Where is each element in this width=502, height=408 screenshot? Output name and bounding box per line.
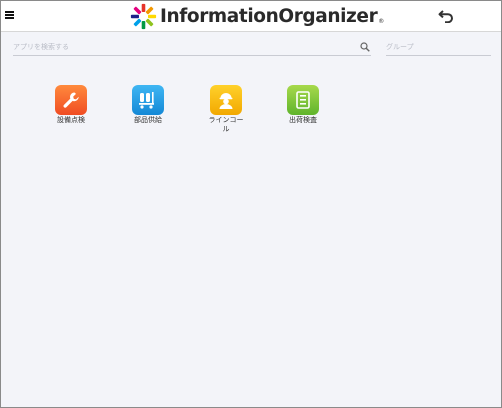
cart-icon (139, 92, 154, 109)
app-label: ラインコール (208, 116, 244, 133)
hamburger-menu-icon[interactable] (5, 11, 14, 19)
brand-name: InformationOrganizer (160, 6, 378, 27)
wrench-icon (63, 92, 79, 108)
app-tile-icon (55, 85, 87, 115)
pinwheel-logo-icon (130, 3, 157, 30)
group-input[interactable] (386, 39, 491, 54)
checklist-icon (296, 91, 310, 109)
app-label: 設備点検 (57, 116, 85, 124)
search-input[interactable] (13, 39, 371, 54)
app-tile-parts-supply[interactable]: 部品供給 (123, 85, 173, 125)
app-tile-line-call[interactable]: ラインコール (201, 85, 251, 134)
app-tile-icon (132, 85, 164, 115)
app-label: 出荷検査 (289, 116, 317, 124)
worker-icon (219, 93, 233, 109)
group-filter-field[interactable] (386, 39, 491, 56)
app-search-field[interactable] (13, 39, 371, 56)
app-tile-shipping-inspection[interactable]: 出荷検査 (278, 85, 328, 125)
search-icon[interactable] (360, 42, 370, 52)
app-tile-equipment-inspection[interactable]: 設備点検 (46, 85, 96, 125)
app-tile-icon (287, 85, 319, 115)
registered-mark: ® (378, 17, 385, 25)
app-window: InformationOrganizer ® 設備点検 (0, 0, 502, 408)
header-bar: InformationOrganizer ® (1, 1, 501, 32)
undo-arrow-icon[interactable] (438, 9, 454, 23)
brand-logo: InformationOrganizer ® (130, 3, 384, 30)
app-label: 部品供給 (134, 116, 162, 124)
app-tile-icon (210, 85, 242, 115)
